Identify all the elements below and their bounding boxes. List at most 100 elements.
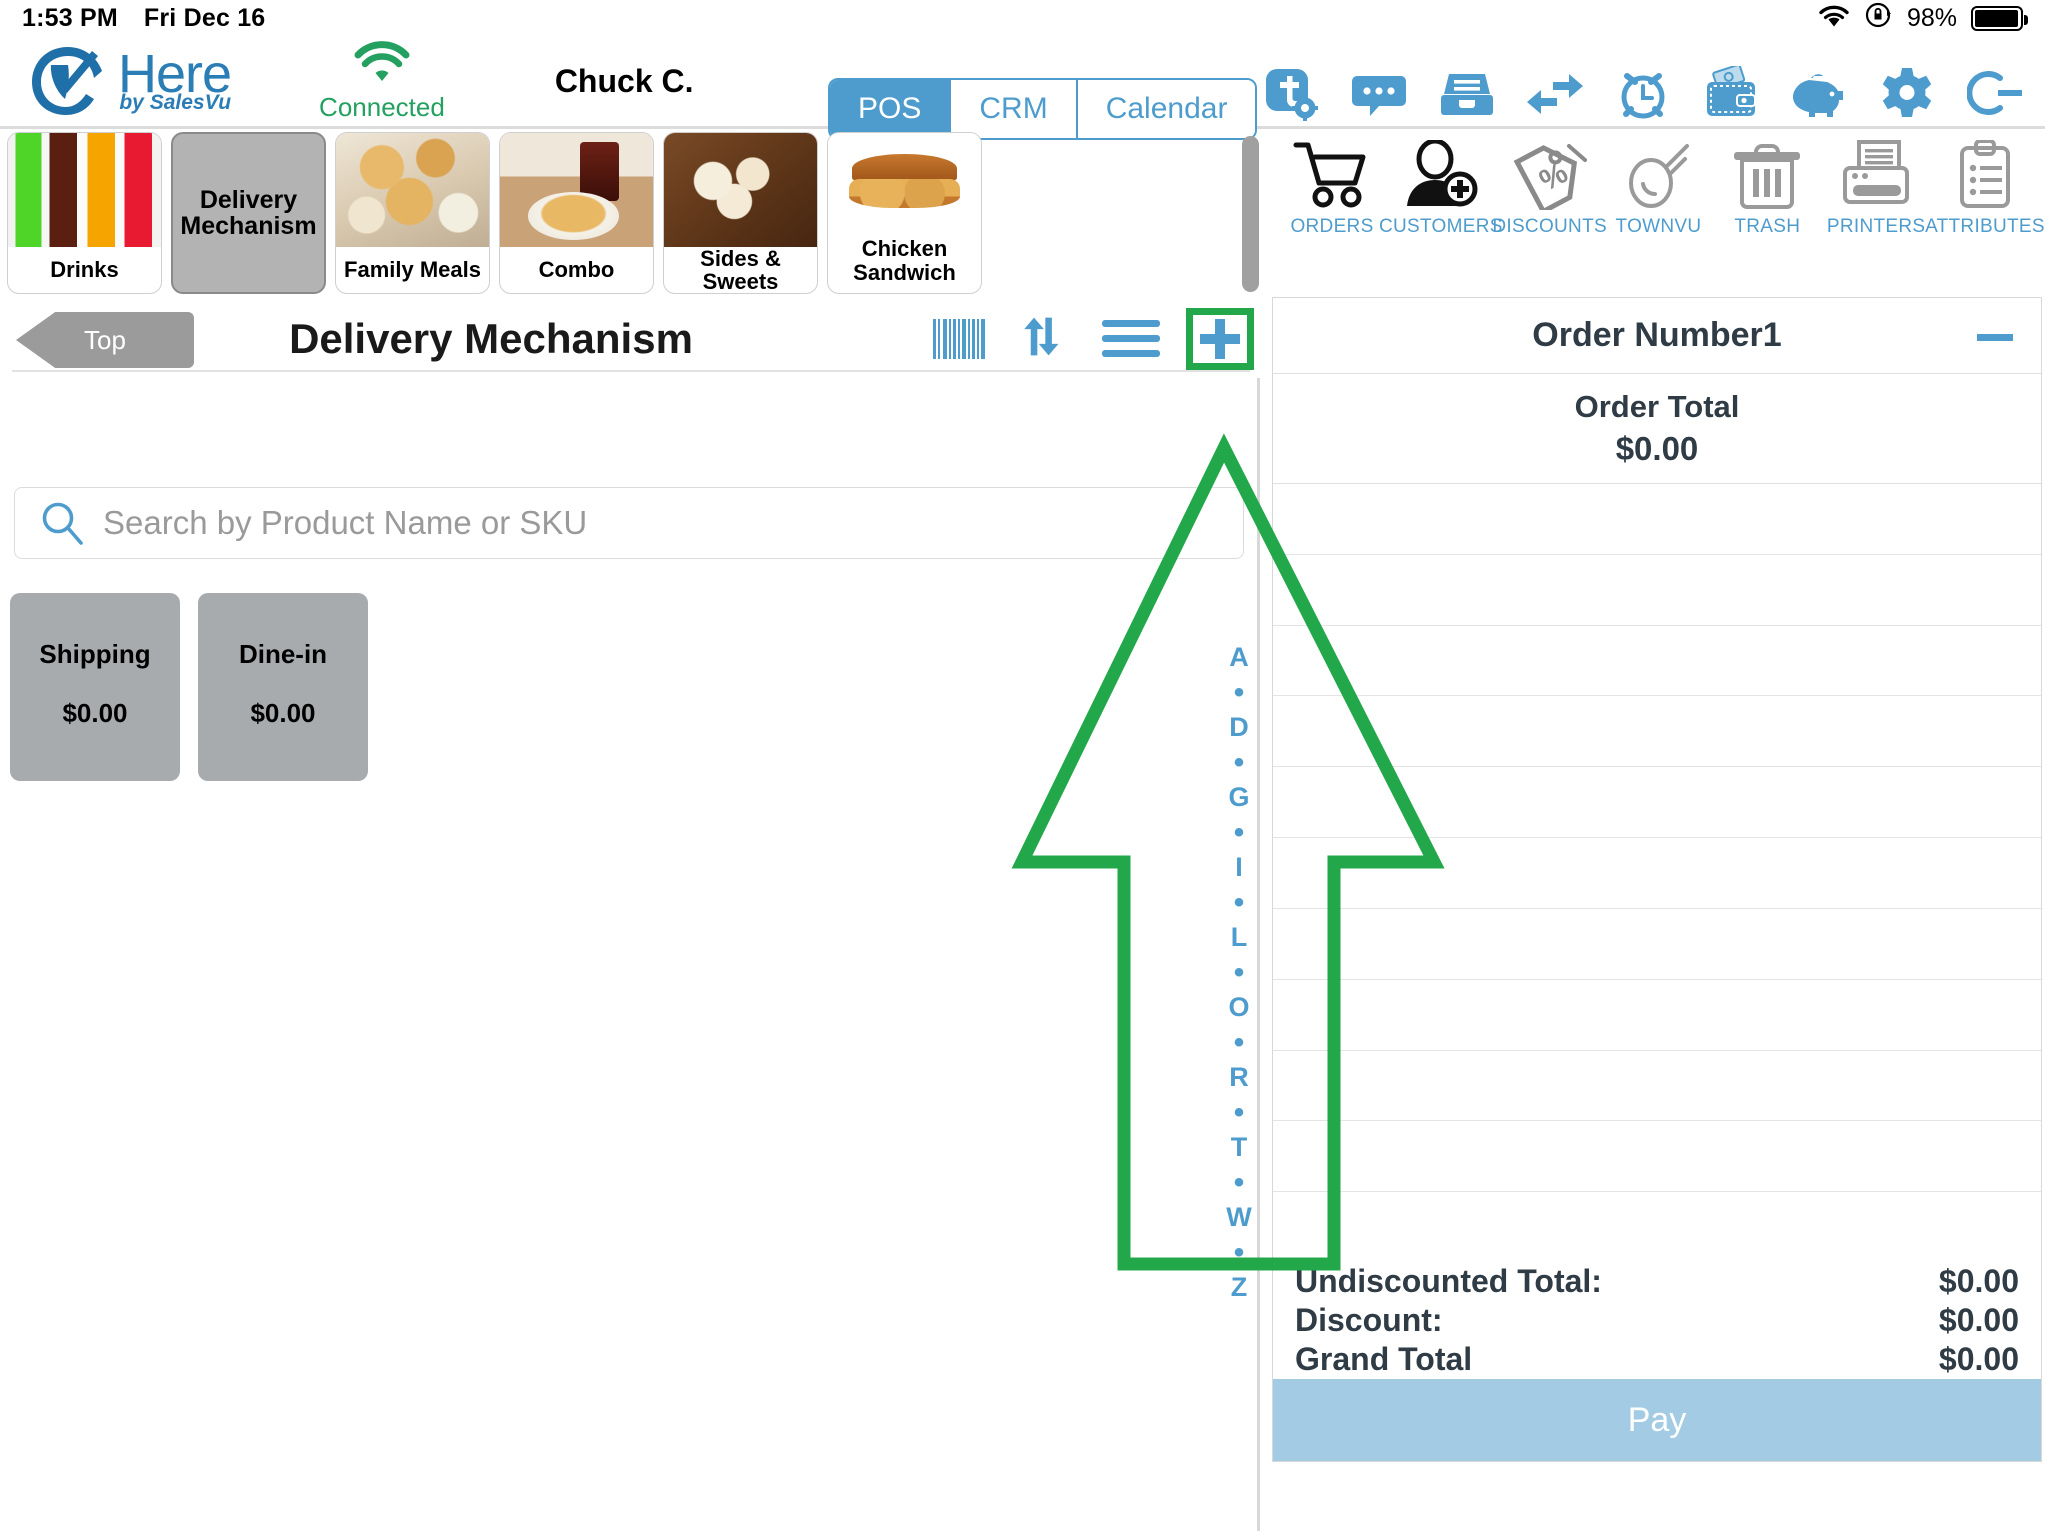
- order-empty-row: [1273, 1051, 2041, 1122]
- add-plus-icon[interactable]: [1186, 308, 1254, 370]
- alarm-clock-icon[interactable]: [1615, 66, 1671, 122]
- category-tile-chicken-sandwich[interactable]: Chicken Sandwich: [827, 132, 982, 294]
- clipboard-icon: [1959, 140, 2010, 208]
- category-tile-sides-sweets[interactable]: Sides & Sweets: [663, 132, 818, 294]
- category-label: Delivery Mechanism: [180, 185, 317, 240]
- logo-secondary-text: by SalesVu: [119, 91, 232, 115]
- alphabet-index[interactable]: A • D • G • I • L • O • R • T • W • Z: [1215, 640, 1263, 1305]
- file-drawer-icon[interactable]: [1439, 66, 1495, 122]
- alpha-index-item[interactable]: A: [1229, 640, 1249, 675]
- townvu-t-gear-icon[interactable]: [1263, 66, 1319, 122]
- toolbar-label: CUSTOMERS: [1378, 216, 1503, 237]
- alpha-index-item[interactable]: G: [1228, 780, 1249, 815]
- category-strip[interactable]: Drinks Delivery Mechanism Family Meals C…: [0, 132, 1262, 302]
- category-thumbnail: [664, 133, 817, 247]
- summary-row-undiscounted: Undiscounted Total: $0.00: [1273, 1262, 2041, 1301]
- list-lines-icon[interactable]: [1100, 310, 1162, 368]
- alpha-index-item[interactable]: O: [1228, 990, 1249, 1025]
- order-empty-row: [1273, 909, 2041, 980]
- toolbar-item-printers[interactable]: PRINTERS: [1824, 140, 1928, 260]
- alpha-index-item[interactable]: •: [1234, 955, 1245, 990]
- order-line-items: [1273, 484, 2041, 1262]
- category-tile-family-meals[interactable]: Family Meals: [335, 132, 490, 294]
- order-empty-row: [1273, 555, 2041, 626]
- battery-percent: 98%: [1906, 3, 1957, 32]
- category-thumbnail: [828, 133, 981, 229]
- alpha-index-item[interactable]: W: [1226, 1200, 1251, 1235]
- ios-status-bar: 1:53 PM Fri Dec 16 98%: [0, 0, 2045, 36]
- alpha-index-item[interactable]: I: [1235, 850, 1243, 885]
- category-thumbnail: [500, 133, 653, 247]
- alpha-index-item[interactable]: •: [1234, 1165, 1245, 1200]
- toolbar-item-customers[interactable]: CUSTOMERS: [1379, 140, 1502, 260]
- wifi-icon: [1817, 2, 1851, 35]
- wallet-cash-icon[interactable]: [1703, 66, 1759, 122]
- order-empty-row: [1273, 1192, 2041, 1262]
- order-total-label: Order Total: [1574, 389, 1740, 424]
- townvu-icon: [1629, 144, 1690, 208]
- category-thumbnail: [8, 133, 161, 247]
- sort-updown-icon[interactable]: [1014, 310, 1076, 368]
- title-divider: [12, 370, 1250, 372]
- category-label: Sides & Sweets: [700, 245, 781, 294]
- user-name: Chuck C.: [554, 62, 694, 99]
- wifi-icon: [354, 40, 410, 81]
- search-input[interactable]: [103, 504, 1183, 542]
- order-empty-row: [1273, 696, 2041, 768]
- toolbar-label: DISCOUNTS: [1492, 216, 1607, 237]
- summary-label: Grand Total: [1295, 1341, 1473, 1377]
- tab-pos[interactable]: POS: [830, 80, 952, 138]
- alpha-index-item[interactable]: D: [1229, 710, 1249, 745]
- product-tile-dine-in[interactable]: Dine-in $0.00: [198, 593, 368, 781]
- product-price: $0.00: [250, 698, 316, 728]
- alpha-index-item[interactable]: •: [1234, 1095, 1245, 1130]
- right-toolbar: ORDERS CUSTOMERS % DISCOUNTS TOWNVU TRAS…: [1272, 140, 2045, 260]
- battery-icon: [1971, 5, 2028, 31]
- toolbar-label: TRASH: [1734, 216, 1801, 237]
- minus-icon[interactable]: [1977, 334, 2013, 341]
- status-date: Fri Dec 16: [143, 3, 266, 32]
- alpha-index-item[interactable]: •: [1234, 815, 1245, 850]
- pos-app-screen: 1:53 PM Fri Dec 16 98% Here by SalesVu C…: [0, 0, 2045, 1531]
- barcode-icon[interactable]: [928, 310, 990, 368]
- pay-button[interactable]: Pay: [1273, 1379, 2041, 1461]
- tab-crm[interactable]: CRM: [951, 80, 1078, 138]
- order-total-value: $0.00: [1615, 430, 1699, 467]
- chat-bubble-icon[interactable]: [1351, 66, 1407, 122]
- toolbar-item-discounts[interactable]: % DISCOUNTS: [1492, 140, 1607, 260]
- toolbar-item-orders[interactable]: ORDERS: [1280, 140, 1384, 260]
- toolbar-label: ATTRIBUTES: [1925, 216, 2045, 237]
- settings-gear-icon[interactable]: [1879, 66, 1935, 122]
- alpha-index-item[interactable]: L: [1231, 920, 1248, 955]
- summary-value: $0.00: [1938, 1302, 2019, 1338]
- product-tile-shipping[interactable]: Shipping $0.00: [10, 593, 180, 781]
- logout-icon[interactable]: [1967, 66, 2023, 122]
- category-tile-delivery-mechanism[interactable]: Delivery Mechanism: [171, 132, 326, 294]
- category-label: Family Meals: [344, 257, 481, 283]
- alpha-index-item[interactable]: •: [1234, 1235, 1245, 1270]
- summary-label: Discount:: [1295, 1302, 1443, 1338]
- toolbar-item-attributes[interactable]: ATTRIBUTES: [1925, 140, 2045, 260]
- alpha-index-item[interactable]: R: [1229, 1060, 1249, 1095]
- alpha-index-item[interactable]: •: [1234, 745, 1245, 780]
- section-title-row: Top Delivery Mechanism: [0, 308, 1262, 372]
- transfer-arrows-icon[interactable]: [1527, 66, 1583, 122]
- shopping-cart-icon: [1293, 142, 1366, 208]
- piggy-bank-icon[interactable]: [1791, 66, 1847, 122]
- category-tile-combo[interactable]: Combo: [499, 132, 654, 294]
- alpha-index-item[interactable]: •: [1234, 1025, 1245, 1060]
- alpha-index-item[interactable]: T: [1231, 1130, 1248, 1165]
- category-scrollbar[interactable]: [1242, 136, 1259, 292]
- category-tile-drinks[interactable]: Drinks: [7, 132, 162, 294]
- search-bar[interactable]: [14, 487, 1244, 559]
- tab-calendar[interactable]: Calendar: [1077, 80, 1256, 138]
- alpha-index-item[interactable]: •: [1234, 885, 1245, 920]
- toolbar-item-townvu[interactable]: TOWNVU: [1606, 140, 1710, 260]
- alpha-index-item[interactable]: Z: [1231, 1270, 1248, 1305]
- connection-label: Connected: [319, 91, 445, 122]
- order-empty-row: [1273, 767, 2041, 839]
- toolbar-item-trash[interactable]: TRASH: [1715, 140, 1819, 260]
- summary-row-grand-total: Grand Total $0.00: [1273, 1340, 2041, 1379]
- order-empty-row: [1273, 484, 2041, 555]
- alpha-index-item[interactable]: •: [1234, 675, 1245, 710]
